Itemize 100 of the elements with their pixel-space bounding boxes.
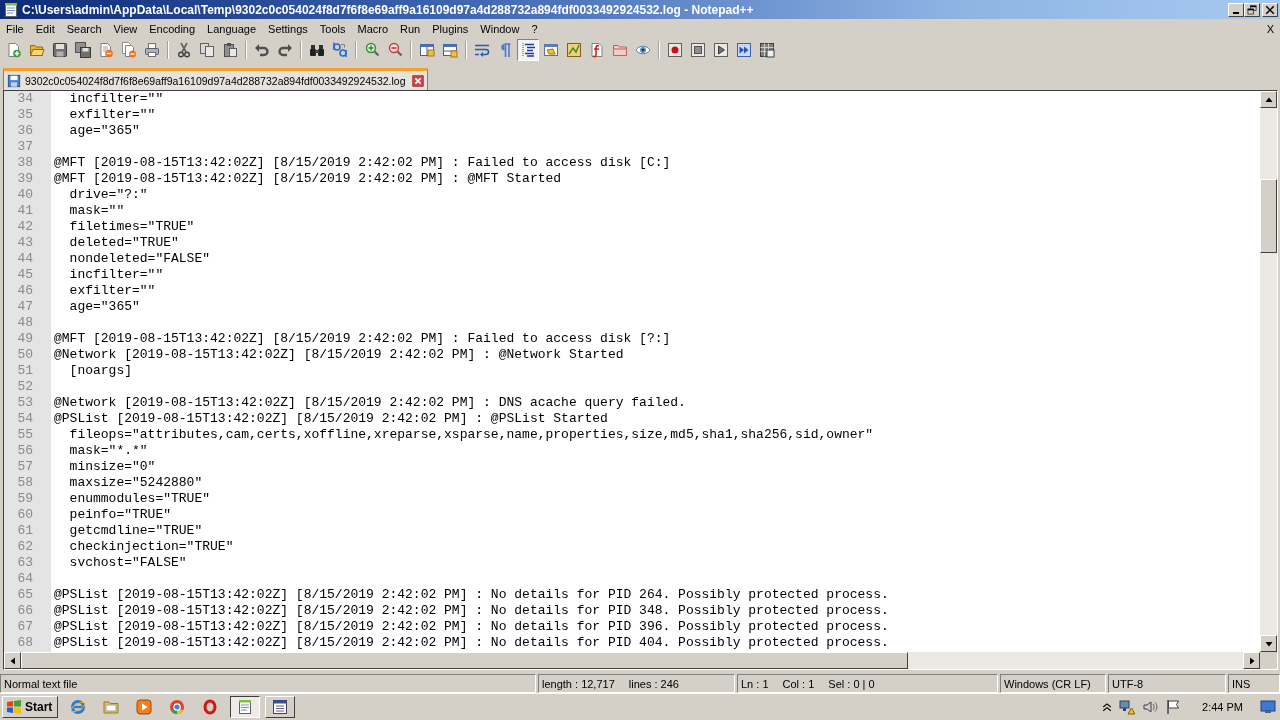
close-document-button[interactable]: X [1260, 21, 1280, 36]
scrollbar-thumb[interactable] [1260, 179, 1277, 253]
menu-item[interactable]: ? [525, 21, 544, 36]
open-folder-icon [29, 42, 45, 58]
line-number: 36 [17, 123, 33, 139]
code-line: peinfo="TRUE" [68, 507, 172, 523]
scroll-left-button[interactable] [4, 652, 21, 669]
menu-item[interactable]: Run [394, 21, 427, 36]
code-line: @PSList [2019-08-15T13:42:02Z] [8/15/2019 2:42:02 PM] : @PSList Started [54, 411, 608, 427]
line-number: 51 [17, 363, 33, 379]
menu-item[interactable]: Settings [262, 21, 314, 36]
code-line: @PSList [2019-08-15T13:42:02Z] [8/15/2019 2:42:02 PM] : No details for PID 404. Possibly protected process. [54, 635, 889, 651]
line-number: 47 [17, 299, 33, 315]
line-number: 62 [17, 539, 33, 555]
status-text: INS [1232, 677, 1251, 690]
status-text: length : 12,717 [542, 677, 615, 690]
status-text: Sel : 0 | 0 [828, 677, 875, 690]
code-line: exfilter="" [68, 107, 156, 123]
chevron-up-icon [1102, 701, 1113, 713]
code-line: drive="?:" [68, 187, 148, 203]
line-number: 44 [17, 251, 33, 267]
ring-icon [202, 699, 219, 715]
line-number: 34 [17, 91, 33, 107]
line-number: 67 [17, 619, 33, 635]
line-number: 63 [17, 555, 33, 571]
code-line: enummodules="TRUE" [68, 491, 211, 507]
scroll-down-button[interactable] [1260, 635, 1277, 652]
menu-item[interactable]: File [0, 21, 30, 36]
toolbar-button[interactable] [517, 39, 539, 61]
media-player-icon [136, 699, 153, 715]
windows-logo-icon [6, 699, 22, 715]
play-icon [713, 42, 729, 58]
menu-item[interactable]: Language [201, 21, 263, 36]
code-line: @MFT [2019-08-15T13:42:02Z] [8/15/2019 2:42:02 PM] : Failed to access disk [?:] [54, 331, 671, 347]
code-line: [noargs] [68, 363, 132, 379]
code-line: fileops="attributes,cam,certs,xoffline,xreparse,xsparse,name,properties,size,md5,sha1,sha256,sid,owner" [68, 427, 874, 443]
restore-button[interactable] [1244, 2, 1260, 17]
notepad-icon [237, 699, 254, 715]
line-number: 50 [17, 347, 33, 363]
menu-item[interactable]: Edit [29, 21, 61, 36]
show-hidden-icons-button[interactable] [1102, 701, 1113, 713]
undo-icon [254, 42, 270, 58]
toolbar-button[interactable] [72, 39, 94, 61]
line-number: 64 [17, 571, 33, 587]
redo-icon [277, 42, 293, 58]
code-line: @MFT [2019-08-15T13:42:02Z] [8/15/2019 2:42:02 PM] : @MFT Started [54, 171, 562, 187]
code-line: deleted="TRUE" [68, 235, 179, 251]
menu-item[interactable]: Encoding [143, 21, 202, 36]
code-line: minsize="0" [68, 459, 156, 475]
close-button[interactable] [1262, 2, 1278, 17]
code-line: maxsize="5242880" [68, 475, 203, 491]
line-number: 53 [17, 395, 33, 411]
line-number: 46 [17, 283, 33, 299]
scissors-icon [176, 42, 192, 58]
code-line: @PSList [2019-08-15T13:42:02Z] [8/15/2019 2:42:02 PM] : No details for PID 396. Possibly protected process. [54, 619, 889, 635]
speaker-icon[interactable] [1142, 699, 1159, 715]
code-line: incfilter="" [68, 91, 164, 107]
close-icon[interactable] [411, 74, 424, 87]
line-number: 48 [17, 315, 33, 331]
minimize-button[interactable] [1228, 2, 1244, 17]
code-line: svchost="FALSE" [68, 555, 187, 571]
menu-item[interactable]: Macro [351, 21, 395, 36]
close-icon [1265, 4, 1275, 15]
arrow-right-icon [1247, 656, 1256, 665]
monitor-icon[interactable] [1260, 699, 1276, 715]
stop-icon [690, 42, 706, 58]
folder-icon [612, 42, 628, 58]
clipboard-icon [222, 42, 238, 58]
network-icon[interactable] [1119, 699, 1136, 715]
minimize-icon [1233, 11, 1239, 14]
code-line: filetimes="TRUE" [68, 219, 195, 235]
menu-item[interactable]: Plugins [426, 21, 475, 36]
arrow-left-icon [8, 656, 17, 665]
scroll-right-button[interactable] [1243, 652, 1260, 669]
code-line: incfilter="" [68, 267, 164, 283]
scroll-up-button[interactable] [1260, 91, 1277, 108]
menu-item[interactable]: Tools [313, 21, 352, 36]
record-icon [667, 42, 683, 58]
scrollbar-corner [1260, 652, 1277, 669]
line-number: 65 [17, 587, 33, 603]
taskbar-button[interactable] [230, 696, 261, 718]
window-icon [543, 42, 559, 58]
file-tab[interactable]: 9302c0c054024f8d7f6f8e69aff9a16109d97a4d288732a894fdf0033492924532.log [3, 68, 428, 90]
indent-guide-icon [520, 42, 536, 58]
horizontal-scrollbar[interactable] [4, 652, 1277, 669]
vertical-scrollbar[interactable] [1260, 91, 1277, 652]
menu-item[interactable]: Window [474, 21, 526, 36]
menu-item[interactable]: Search [60, 21, 108, 36]
status-text: Normal text file [4, 677, 78, 690]
start-button[interactable]: Start [2, 696, 59, 718]
menu-item[interactable]: View [107, 21, 144, 36]
flag-icon[interactable] [1165, 699, 1182, 715]
round-browser-icon [169, 699, 186, 715]
scrollbar-thumb[interactable] [21, 652, 908, 669]
browser-icon [70, 699, 87, 715]
line-number: 57 [17, 459, 33, 475]
line-number: 66 [17, 603, 33, 619]
line-number: 56 [17, 443, 33, 459]
floppy-disks-icon [75, 42, 91, 58]
code-line: @Network [2019-08-15T13:42:02Z] [8/15/2019 2:42:02 PM] : DNS acache query failed. [54, 395, 686, 411]
